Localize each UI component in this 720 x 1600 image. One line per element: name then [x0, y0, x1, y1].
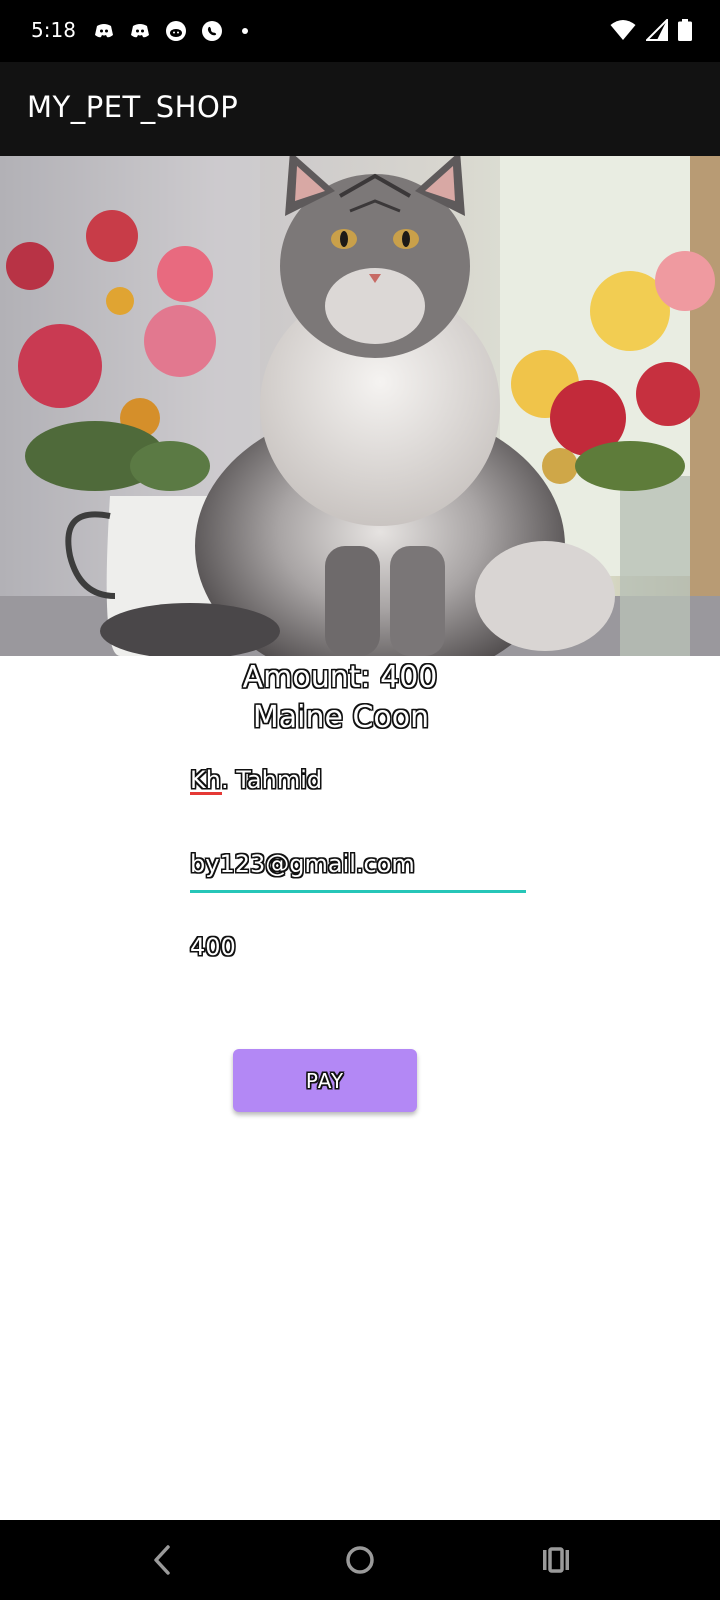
amount-label: Amount: 400: [242, 660, 438, 695]
back-button[interactable]: [142, 1542, 182, 1578]
whatsapp-icon: [202, 21, 222, 41]
signal-icon: [646, 19, 668, 41]
notification-icons: [92, 19, 248, 43]
discord-icon: [131, 24, 149, 38]
more-notifications-dot: [242, 28, 248, 34]
status-bar: 5:18: [0, 0, 720, 62]
battery-icon: [678, 19, 692, 41]
system-icons: [610, 19, 692, 41]
name-field[interactable]: Kh. Tahmid: [190, 762, 526, 802]
pay-button[interactable]: PAY: [233, 1049, 417, 1112]
spellcheck-underline: [190, 792, 222, 795]
app-bar: MY_PET_SHOP: [0, 62, 720, 156]
status-time: 5:18: [31, 18, 76, 42]
recents-button[interactable]: [536, 1542, 576, 1578]
recents-icon: [543, 1547, 569, 1573]
email-field[interactable]: by123@gmail.com: [190, 846, 526, 886]
app-title: MY_PET_SHOP: [27, 90, 239, 124]
home-icon: [346, 1546, 374, 1574]
home-button[interactable]: [340, 1542, 380, 1578]
pet-name: Maine Coon: [252, 700, 430, 735]
email-field-focus-underline: [190, 890, 526, 893]
pet-photo: [0, 156, 720, 656]
back-icon: [154, 1545, 170, 1575]
navigation-bar: [0, 1520, 720, 1600]
discord-icon: [95, 24, 113, 38]
reddit-icon: [166, 21, 186, 41]
amount-field[interactable]: 400: [190, 929, 526, 969]
wifi-icon: [610, 20, 636, 40]
